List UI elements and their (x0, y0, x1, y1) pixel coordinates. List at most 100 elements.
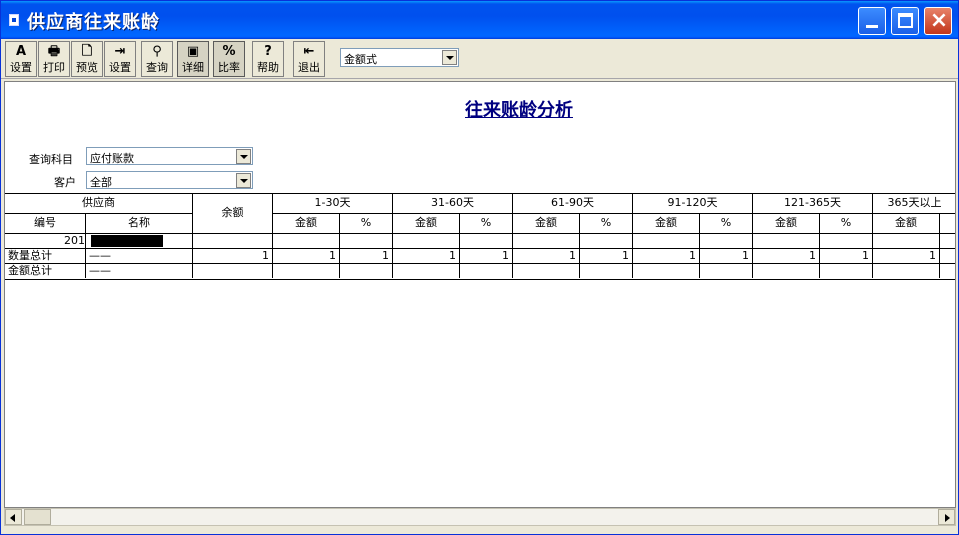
row-value-cell[interactable]: 1 (753, 249, 820, 264)
supplier-header: 供应商 (5, 194, 193, 214)
minimize-button[interactable] (858, 7, 886, 35)
row-value-cell[interactable]: 1 (513, 249, 580, 264)
row-balance-cell[interactable]: 1 (193, 249, 273, 264)
row-value-cell[interactable] (273, 234, 340, 249)
percent-icon: % (222, 44, 236, 59)
percent-header: % (580, 214, 633, 234)
row-value-cell[interactable] (940, 249, 955, 264)
row-value-cell[interactable] (873, 234, 940, 249)
row-value-cell[interactable] (873, 264, 940, 278)
display-mode-select[interactable]: 金额式 (340, 48, 459, 67)
scroll-right-button[interactable] (938, 509, 955, 525)
row-value-cell[interactable] (273, 264, 340, 278)
row-value-cell[interactable] (340, 264, 393, 278)
row-balance-cell[interactable] (193, 264, 273, 278)
row-name-cell[interactable]: —— (86, 249, 193, 264)
chevron-down-icon[interactable] (442, 50, 457, 65)
percent-header: % (700, 214, 753, 234)
page-setup-icon: A (15, 44, 27, 59)
exit-icon: ⇤ (303, 44, 315, 59)
row-value-cell[interactable] (460, 264, 513, 278)
row-value-cell[interactable]: 1 (393, 249, 460, 264)
app-window: 供应商往来账龄 × A 设置 🖶 打印 🗋 预览 ⇥ 设置 ⚲ 查询 ▣ 详细 … (0, 0, 959, 535)
row-value-cell[interactable]: 1 (700, 249, 753, 264)
row-code-cell[interactable]: 金额总计 (5, 264, 86, 278)
row-value-cell[interactable] (460, 234, 513, 249)
row-value-cell[interactable] (633, 234, 700, 249)
row-value-cell[interactable] (700, 234, 753, 249)
chevron-down-icon[interactable] (236, 149, 251, 164)
row-value-cell[interactable] (513, 264, 580, 278)
row-code-cell[interactable]: 201 (5, 234, 86, 249)
scroll-thumb[interactable] (24, 509, 51, 525)
query-button[interactable]: ⚲ 查询 (141, 41, 173, 77)
row-value-cell[interactable]: 1 (873, 249, 940, 264)
row-value-cell[interactable] (940, 234, 955, 249)
horizontal-scrollbar[interactable] (4, 508, 956, 526)
minimize-icon (866, 25, 878, 28)
detail-label: 详细 (182, 61, 204, 74)
percent-header: % (460, 214, 513, 234)
redacted-name (91, 235, 163, 247)
row-value-cell[interactable] (393, 234, 460, 249)
ratio-button[interactable]: % 比率 (213, 41, 245, 77)
row-value-cell[interactable]: 1 (633, 249, 700, 264)
chevron-down-icon[interactable] (236, 173, 251, 188)
subject-select[interactable]: 应付账款 (86, 147, 253, 165)
row-value-cell[interactable]: 1 (580, 249, 633, 264)
exit-label: 退出 (298, 61, 320, 74)
row-value-cell[interactable] (580, 264, 633, 278)
preview-button[interactable]: 🗋 预览 (71, 41, 103, 77)
amount-header: 金额 (873, 214, 940, 234)
row-value-cell[interactable] (700, 264, 753, 278)
customer-select[interactable]: 全部 (86, 171, 253, 189)
arrow-left-icon (10, 514, 15, 522)
row-balance-cell[interactable] (193, 234, 273, 249)
detail-icon: ▣ (186, 44, 200, 59)
row-value-cell[interactable] (393, 264, 460, 278)
row-value-cell[interactable] (753, 234, 820, 249)
print-button[interactable]: 🖶 打印 (38, 41, 70, 77)
subject-label: 查询科目 (29, 153, 73, 166)
row-value-cell[interactable]: 1 (460, 249, 513, 264)
detail-button[interactable]: ▣ 详细 (177, 41, 209, 77)
preview-icon: 🗋 (81, 44, 93, 59)
code-header: 编号 (5, 214, 86, 234)
columns-setup-label: 设置 (109, 61, 131, 74)
row-name-cell[interactable]: —— (86, 264, 193, 278)
query-label: 查询 (146, 61, 168, 74)
maximize-button[interactable] (891, 7, 919, 35)
row-value-cell[interactable] (753, 264, 820, 278)
row-code-cell[interactable]: 数量总计 (5, 249, 86, 264)
close-icon: × (929, 8, 949, 33)
row-value-cell[interactable] (513, 234, 580, 249)
help-button[interactable]: ? 帮助 (252, 41, 284, 77)
bucket-header: 1-30天 (273, 194, 393, 214)
window-title: 供应商往来账龄 (27, 12, 160, 33)
row-value-cell[interactable]: 1 (273, 249, 340, 264)
row-value-cell[interactable] (820, 234, 873, 249)
row-value-cell[interactable]: 1 (820, 249, 873, 264)
exit-button[interactable]: ⇤ 退出 (293, 41, 325, 77)
row-value-cell[interactable] (633, 264, 700, 278)
row-value-cell[interactable]: 1 (340, 249, 393, 264)
customer-value: 全部 (90, 176, 112, 189)
amount-header: 金额 (273, 214, 340, 234)
amount-header: 金额 (633, 214, 700, 234)
scroll-left-button[interactable] (5, 509, 22, 525)
preview-label: 预览 (76, 61, 98, 74)
columns-setup-button[interactable]: ⇥ 设置 (104, 41, 136, 77)
row-value-cell[interactable] (940, 264, 955, 278)
close-button[interactable]: × (924, 7, 952, 35)
binoculars-icon: ⚲ (152, 44, 162, 59)
row-value-cell[interactable] (340, 234, 393, 249)
row-value-cell[interactable] (580, 234, 633, 249)
page-setup-button[interactable]: A 设置 (5, 41, 37, 77)
name-header: 名称 (86, 214, 193, 234)
bucket-header: 91-120天 (633, 194, 753, 214)
title-bar[interactable]: 供应商往来账龄 × (1, 1, 958, 39)
report-area: 往来账龄分析 查询科目 应付账款 客户 全部 供应商 余额 1-30天 31-6… (4, 81, 956, 508)
row-value-cell[interactable] (820, 264, 873, 278)
subject-value: 应付账款 (90, 152, 134, 165)
app-icon[interactable] (9, 14, 19, 26)
